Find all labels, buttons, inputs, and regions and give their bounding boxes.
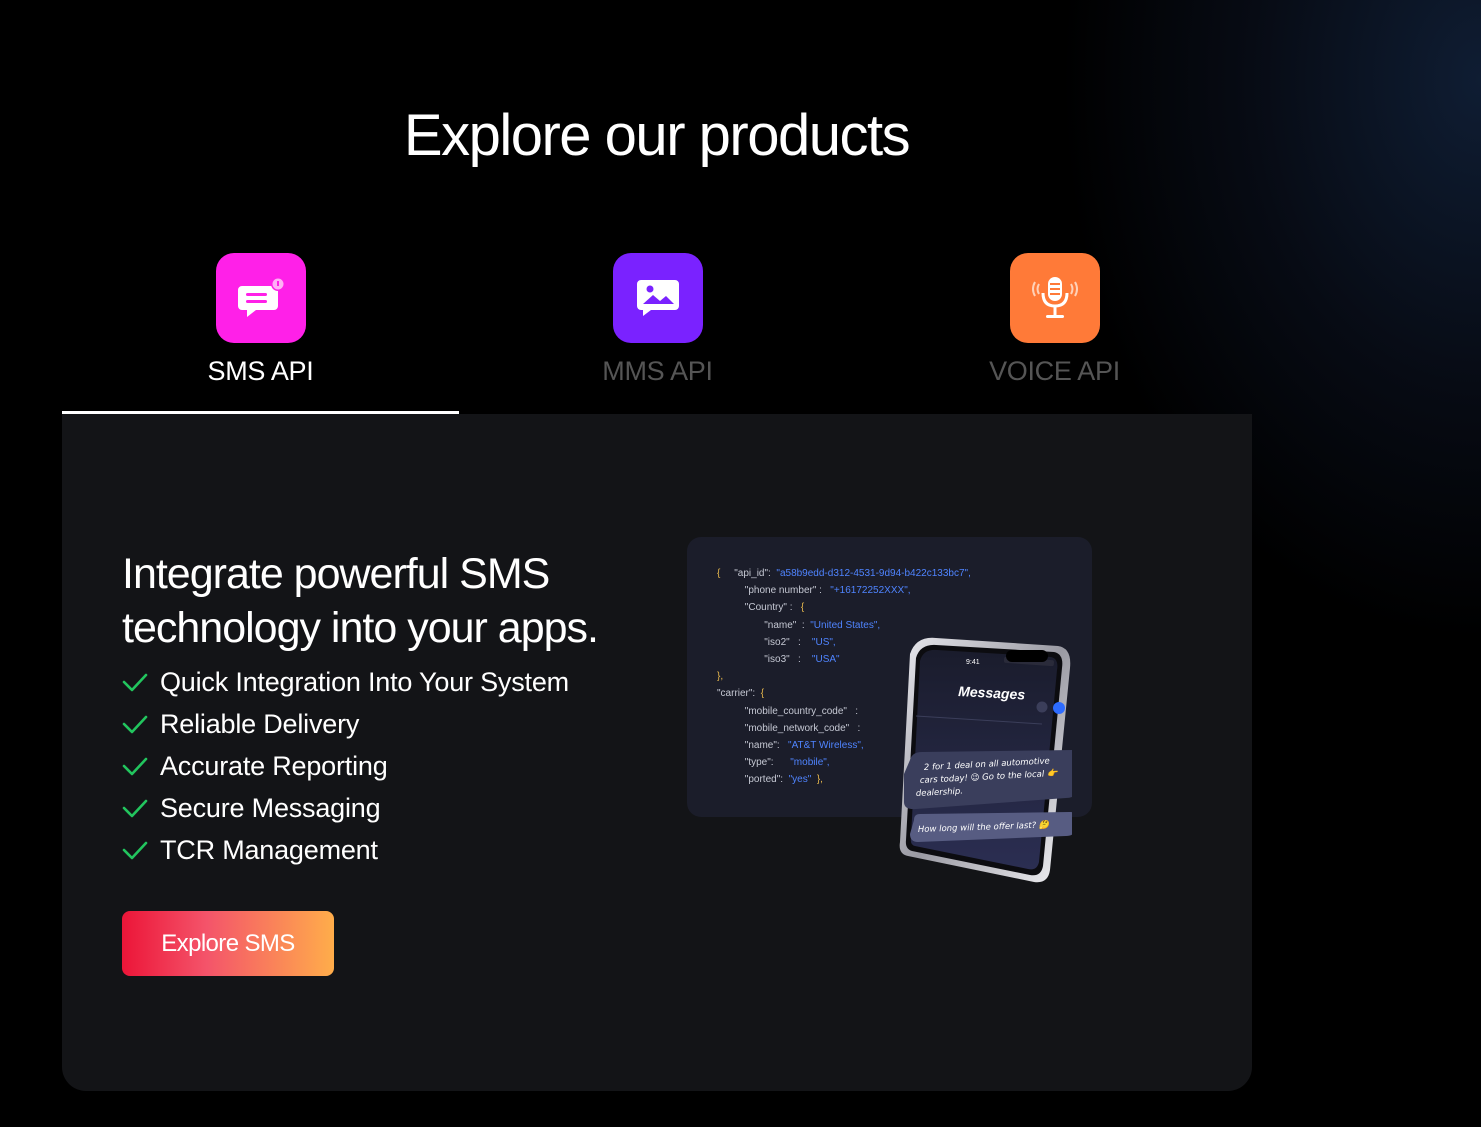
- tab-label: SMS API: [207, 356, 314, 386]
- phone-mockup: 9:41 Messages 2 for 1 deal on all automo…: [899, 637, 1072, 883]
- section-title: Explore our products: [403, 103, 911, 168]
- chat-message-icon: [215, 253, 306, 343]
- feature-label: Quick Integration Into Your System: [160, 667, 569, 697]
- feature-label: Secure Messaging: [160, 793, 381, 823]
- microphone-icon: [1009, 253, 1100, 343]
- feature-label: TCR Management: [160, 835, 378, 865]
- check-icon: [122, 841, 148, 860]
- feature-label: Accurate Reporting: [160, 751, 388, 781]
- tab-voice-api[interactable]: VOICE API: [856, 252, 1253, 414]
- tab-sms-api[interactable]: SMS API: [62, 252, 459, 414]
- product-panel-sms: Integrate powerful SMS technology into y…: [62, 414, 1252, 1091]
- product-tabs: SMS API MMS API VOICE API: [62, 252, 1252, 414]
- tab-label: VOICE API: [989, 356, 1120, 386]
- list-item: Secure Messaging: [122, 790, 569, 832]
- feature-label: Reliable Delivery: [160, 709, 360, 739]
- check-icon: [122, 799, 148, 818]
- list-item: Accurate Reporting: [122, 748, 569, 790]
- image-message-icon: [612, 253, 703, 343]
- tab-mms-api[interactable]: MMS API: [459, 252, 856, 414]
- feature-list: Quick Integration Into Your System Relia…: [122, 664, 569, 874]
- list-item: Reliable Delivery: [122, 706, 569, 748]
- check-icon: [122, 715, 148, 734]
- check-icon: [122, 757, 148, 776]
- phone-time: 9:41: [966, 659, 980, 666]
- list-item: TCR Management: [122, 832, 569, 874]
- check-icon: [122, 673, 148, 692]
- list-item: Quick Integration Into Your System: [122, 664, 569, 706]
- panel-headline: Integrate powerful SMS technology into y…: [122, 550, 599, 652]
- explore-sms-button[interactable]: Explore SMS: [122, 911, 334, 976]
- tab-label: MMS API: [602, 356, 713, 386]
